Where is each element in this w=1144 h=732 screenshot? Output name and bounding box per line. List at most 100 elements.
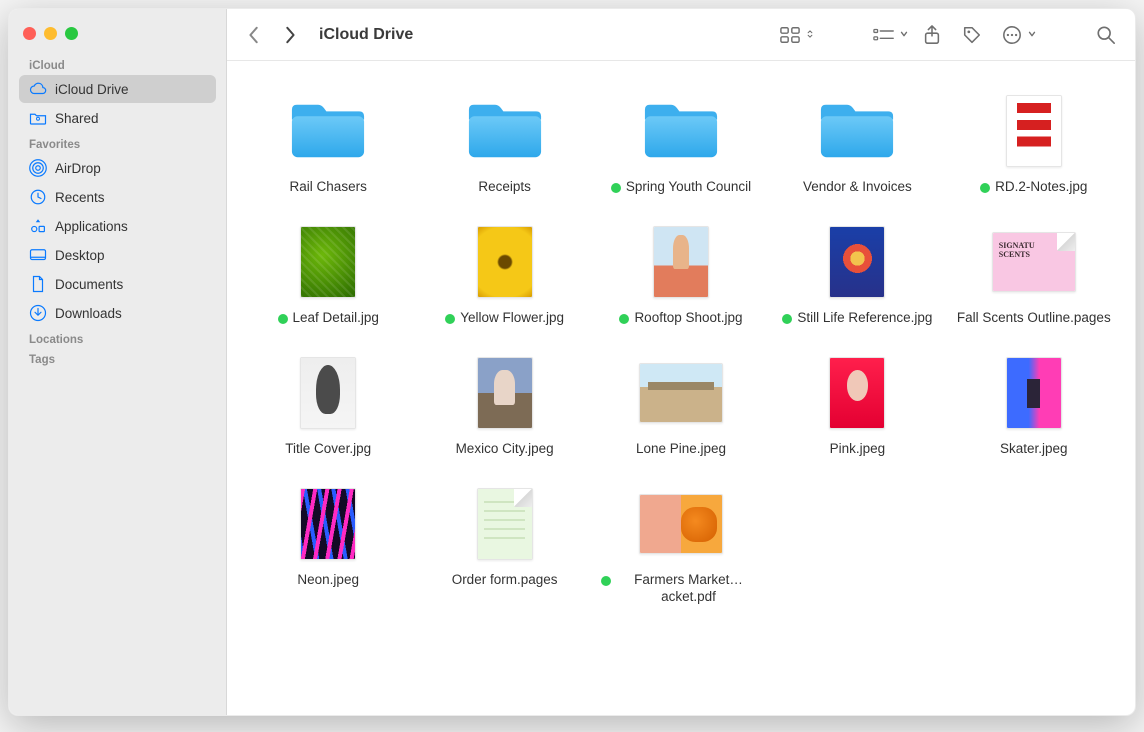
icon-view-icon bbox=[773, 21, 807, 49]
folder-item[interactable]: Vendor & Invoices bbox=[772, 91, 942, 196]
item-name: Pink.jpeg bbox=[830, 441, 886, 458]
item-name: Mexico City.jpeg bbox=[456, 441, 554, 458]
tag-dot-icon bbox=[980, 183, 990, 193]
sidebar-item-icloud-drive[interactable]: iCloud Drive bbox=[19, 75, 216, 103]
item-label: Fall Scents Outline.pages bbox=[957, 310, 1111, 327]
file-thumbnail bbox=[280, 484, 376, 564]
toolbar: iCloud Drive bbox=[227, 9, 1135, 61]
item-name: Order form.pages bbox=[452, 572, 558, 589]
file-item[interactable]: Pink.jpeg bbox=[772, 353, 942, 458]
sidebar-item-label: Shared bbox=[55, 111, 99, 126]
item-label: RD.2-Notes.jpg bbox=[980, 179, 1087, 196]
file-thumbnail bbox=[986, 91, 1082, 171]
group-by-button[interactable] bbox=[867, 21, 909, 49]
item-label: Neon.jpeg bbox=[297, 572, 359, 589]
file-item[interactable]: Still Life Reference.jpg bbox=[772, 222, 942, 327]
folder-item[interactable]: Rail Chasers bbox=[243, 91, 413, 196]
sidebar-item-downloads[interactable]: Downloads bbox=[19, 299, 216, 327]
clock-icon bbox=[29, 188, 47, 206]
file-thumbnail bbox=[809, 353, 905, 433]
document-icon bbox=[29, 275, 47, 293]
folder-icon bbox=[280, 91, 376, 171]
window-title: iCloud Drive bbox=[319, 26, 413, 44]
item-name: Receipts bbox=[478, 179, 531, 196]
item-name: Vendor & Invoices bbox=[803, 179, 912, 196]
file-thumbnail bbox=[280, 222, 376, 302]
ellipsis-circle-icon bbox=[995, 21, 1029, 49]
file-item[interactable]: Skater.jpeg bbox=[949, 353, 1119, 458]
item-label: Title Cover.jpg bbox=[285, 441, 371, 458]
file-item[interactable]: RD.2-Notes.jpg bbox=[949, 91, 1119, 196]
sidebar-item-label: Applications bbox=[55, 219, 128, 234]
tags-button[interactable] bbox=[955, 21, 989, 49]
tag-dot-icon bbox=[278, 314, 288, 324]
item-name: Spring Youth Council bbox=[626, 179, 751, 196]
group-icon bbox=[867, 21, 901, 49]
sidebar-item-applications[interactable]: Applications bbox=[19, 212, 216, 240]
search-button[interactable] bbox=[1089, 21, 1123, 49]
file-thumbnail bbox=[457, 353, 553, 433]
chevron-updown-icon bbox=[807, 26, 815, 44]
close-window-button[interactable] bbox=[23, 27, 36, 40]
action-menu-button[interactable] bbox=[995, 21, 1037, 49]
file-thumbnail bbox=[280, 353, 376, 433]
cloud-icon bbox=[29, 80, 47, 98]
item-name: Farmers Market…acket.pdf bbox=[616, 572, 761, 606]
forward-button[interactable] bbox=[275, 21, 305, 49]
item-label: Vendor & Invoices bbox=[803, 179, 912, 196]
item-name: Skater.jpeg bbox=[1000, 441, 1068, 458]
folder-item[interactable]: Spring Youth Council bbox=[596, 91, 766, 196]
file-item[interactable]: Title Cover.jpg bbox=[243, 353, 413, 458]
view-switcher[interactable] bbox=[773, 21, 815, 49]
tag-dot-icon bbox=[782, 314, 792, 324]
tag-dot-icon bbox=[601, 576, 611, 586]
sidebar-item-label: Downloads bbox=[55, 306, 122, 321]
tag-dot-icon bbox=[611, 183, 621, 193]
sidebar-item-documents[interactable]: Documents bbox=[19, 270, 216, 298]
file-item[interactable]: Yellow Flower.jpg bbox=[419, 222, 589, 327]
item-label: Leaf Detail.jpg bbox=[278, 310, 379, 327]
sidebar-section-label: iCloud bbox=[9, 54, 226, 74]
download-icon bbox=[29, 304, 47, 322]
tag-dot-icon bbox=[619, 314, 629, 324]
file-item[interactable]: Mexico City.jpeg bbox=[419, 353, 589, 458]
file-thumbnail bbox=[457, 484, 553, 564]
file-item[interactable]: Farmers Market…acket.pdf bbox=[596, 484, 766, 606]
folder-icon bbox=[457, 91, 553, 171]
folder-icon bbox=[809, 91, 905, 171]
window-controls bbox=[9, 19, 226, 54]
zoom-window-button[interactable] bbox=[65, 27, 78, 40]
item-name: Leaf Detail.jpg bbox=[293, 310, 379, 327]
apps-icon bbox=[29, 217, 47, 235]
item-label: Skater.jpeg bbox=[1000, 441, 1068, 458]
file-item[interactable]: Leaf Detail.jpg bbox=[243, 222, 413, 327]
item-name: Rooftop Shoot.jpg bbox=[634, 310, 742, 327]
sidebar-item-shared[interactable]: Shared bbox=[19, 104, 216, 132]
minimize-window-button[interactable] bbox=[44, 27, 57, 40]
sidebar-item-recents[interactable]: Recents bbox=[19, 183, 216, 211]
folder-item[interactable]: Receipts bbox=[419, 91, 589, 196]
sidebar-item-label: iCloud Drive bbox=[55, 82, 129, 97]
share-button[interactable] bbox=[915, 21, 949, 49]
file-item[interactable]: Rooftop Shoot.jpg bbox=[596, 222, 766, 327]
shared-folder-icon bbox=[29, 109, 47, 127]
desktop-icon bbox=[29, 246, 47, 264]
sidebar-item-label: AirDrop bbox=[55, 161, 101, 176]
chevron-down-icon bbox=[1029, 26, 1037, 44]
file-item[interactable]: Neon.jpeg bbox=[243, 484, 413, 606]
file-item[interactable]: Order form.pages bbox=[419, 484, 589, 606]
back-button[interactable] bbox=[239, 21, 269, 49]
file-thumbnail bbox=[986, 222, 1082, 302]
sidebar-item-airdrop[interactable]: AirDrop bbox=[19, 154, 216, 182]
file-item[interactable]: Fall Scents Outline.pages bbox=[949, 222, 1119, 327]
sidebar-item-desktop[interactable]: Desktop bbox=[19, 241, 216, 269]
file-item[interactable]: Lone Pine.jpeg bbox=[596, 353, 766, 458]
item-label: Mexico City.jpeg bbox=[456, 441, 554, 458]
item-name: Title Cover.jpg bbox=[285, 441, 371, 458]
finder-window: iCloud iCloud Drive Shared Favorites AirDrop… bbox=[8, 8, 1136, 716]
icon-grid: Rail Chasers Receipts Spring Youth Council… bbox=[227, 61, 1135, 715]
item-label: Farmers Market…acket.pdf bbox=[601, 572, 761, 606]
sidebar-section-label: Favorites bbox=[9, 133, 226, 153]
item-name: Yellow Flower.jpg bbox=[460, 310, 564, 327]
main-area: iCloud Drive bbox=[227, 9, 1135, 715]
